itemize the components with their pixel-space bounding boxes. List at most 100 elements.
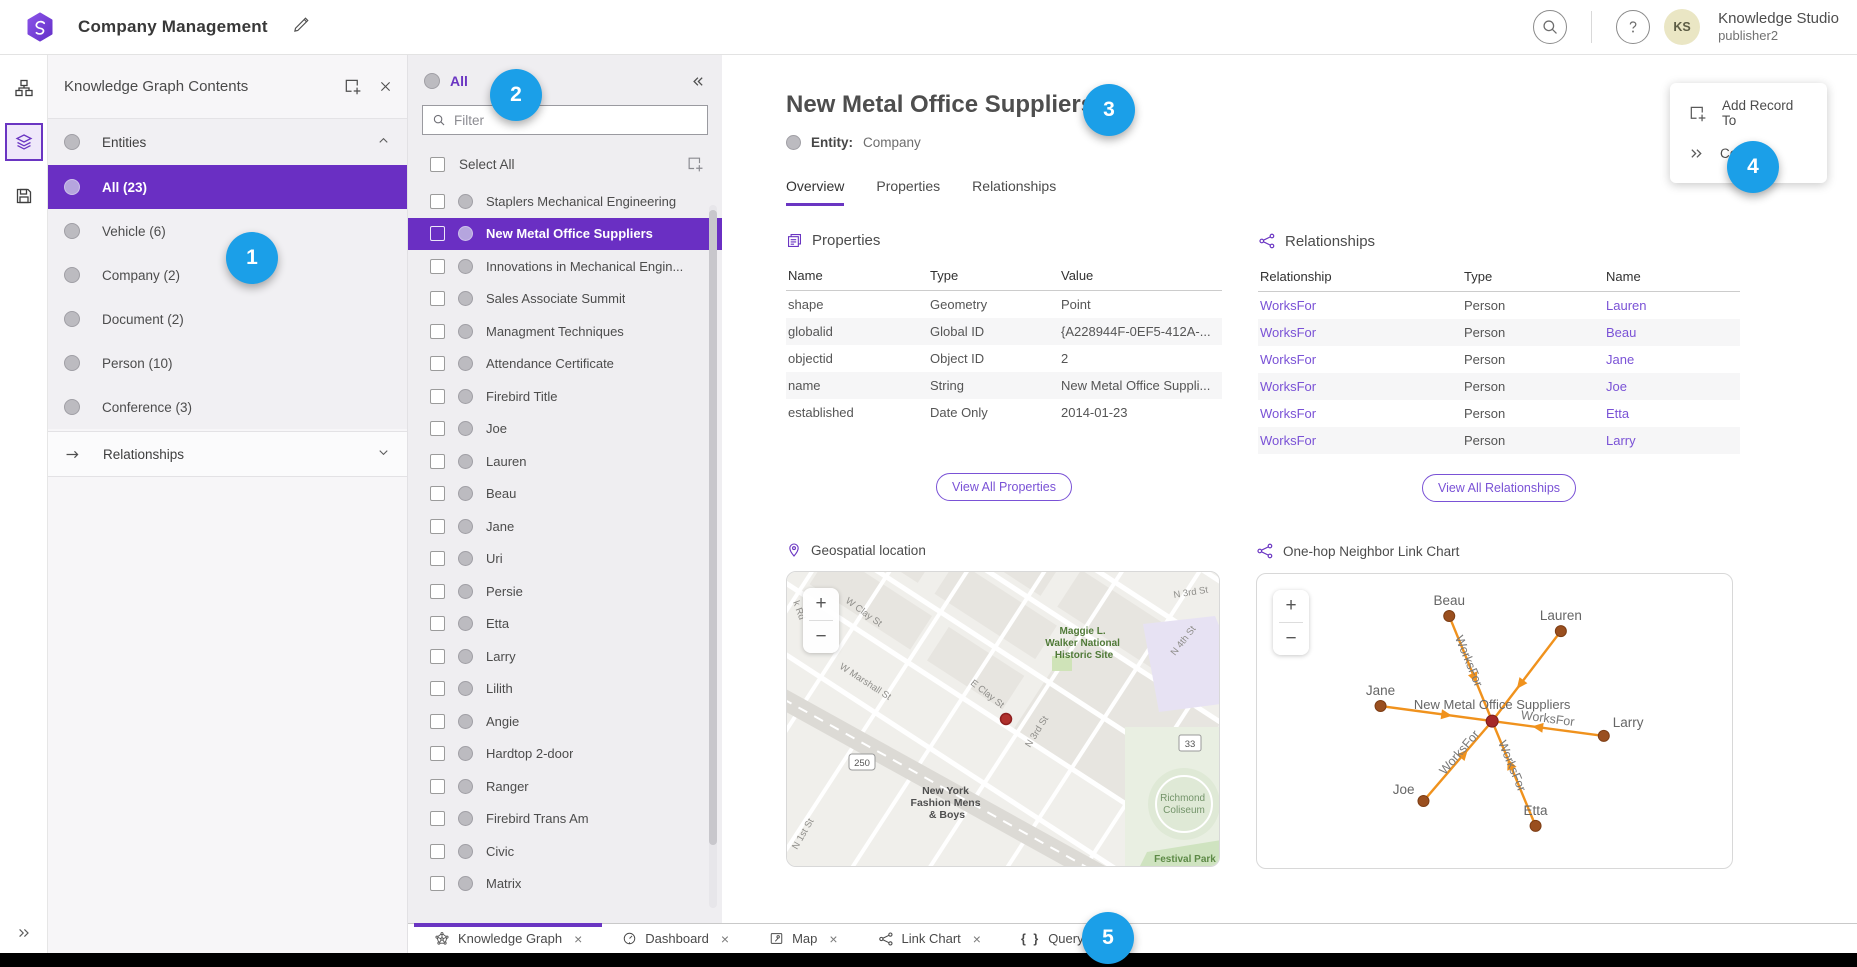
graph-node[interactable]	[1418, 796, 1429, 807]
graph-node[interactable]	[1555, 626, 1566, 637]
center-node[interactable]	[1486, 715, 1498, 727]
user-block[interactable]: Knowledge Studio publisher2	[1718, 10, 1839, 45]
collapse-panel-icon[interactable]	[689, 73, 706, 90]
item-checkbox[interactable]	[430, 876, 445, 891]
item-checkbox[interactable]	[430, 519, 445, 534]
save-button[interactable]	[5, 177, 43, 215]
add-record-icon[interactable]	[343, 77, 362, 96]
tab-properties[interactable]: Properties	[876, 178, 940, 206]
record-link[interactable]: WorksFor	[1258, 346, 1462, 373]
list-item[interactable]: Lauren	[408, 445, 722, 478]
view-tab-map[interactable]: Map×	[749, 924, 857, 953]
entity-type-row[interactable]: All (23)	[48, 165, 407, 209]
avatar[interactable]: KS	[1664, 9, 1700, 45]
list-item[interactable]: Lilith	[408, 673, 722, 706]
record-link[interactable]: Etta	[1604, 400, 1740, 427]
table-row[interactable]: WorksForPersonBeau	[1258, 319, 1740, 346]
list-item[interactable]: New Metal Office Suppliers	[408, 218, 722, 251]
table-row[interactable]: WorksForPersonEtta	[1258, 400, 1740, 427]
edit-title-icon[interactable]	[292, 16, 310, 39]
list-item[interactable]: Staplers Mechanical Engineering	[408, 185, 722, 218]
record-link[interactable]: Larry	[1604, 427, 1740, 454]
list-item[interactable]: Jane	[408, 510, 722, 543]
graph-node[interactable]	[1444, 611, 1455, 622]
tab-relationships[interactable]: Relationships	[972, 178, 1056, 206]
list-item[interactable]: Larry	[408, 640, 722, 673]
close-panel-icon[interactable]	[378, 79, 393, 94]
table-row[interactable]: WorksForPersonLarry	[1258, 427, 1740, 454]
table-row[interactable]: objectidObject ID2	[786, 345, 1222, 372]
table-row[interactable]: WorksForPersonJane	[1258, 346, 1740, 373]
graph-node[interactable]	[1598, 730, 1609, 741]
item-checkbox[interactable]	[430, 324, 445, 339]
item-checkbox[interactable]	[430, 194, 445, 209]
record-link[interactable]: WorksFor	[1258, 400, 1462, 427]
record-link[interactable]: Joe	[1604, 373, 1740, 400]
link-chart-card[interactable]: + − WorksForBeauLaurenJaneWorksForLarryW…	[1256, 573, 1733, 869]
select-all-checkbox[interactable]	[430, 157, 445, 172]
close-tab-icon[interactable]: ×	[574, 931, 582, 947]
entity-type-row[interactable]: Document (2)	[48, 297, 407, 341]
item-checkbox[interactable]	[430, 649, 445, 664]
item-checkbox[interactable]	[430, 811, 445, 826]
scrollbar-track[interactable]	[709, 205, 717, 908]
list-item[interactable]: Hardtop 2-door	[408, 738, 722, 771]
help-button[interactable]	[1616, 10, 1650, 44]
list-item[interactable]: Firebird Trans Am	[408, 803, 722, 836]
item-checkbox[interactable]	[430, 259, 445, 274]
list-item[interactable]: Innovations in Mechanical Engin...	[408, 250, 722, 283]
item-checkbox[interactable]	[430, 486, 445, 501]
item-checkbox[interactable]	[430, 584, 445, 599]
list-item[interactable]: Beau	[408, 478, 722, 511]
data-model-button[interactable]	[5, 69, 43, 107]
record-link[interactable]: WorksFor	[1258, 292, 1462, 320]
view-all-properties-button[interactable]: View All Properties	[936, 473, 1072, 501]
scrollbar-thumb[interactable]	[709, 210, 717, 845]
item-checkbox[interactable]	[430, 714, 445, 729]
chevron-up-icon[interactable]	[376, 133, 391, 151]
item-checkbox[interactable]	[430, 291, 445, 306]
list-item[interactable]: Joe	[408, 413, 722, 446]
zoom-in-button[interactable]: +	[803, 588, 839, 620]
list-item[interactable]: Etta	[408, 608, 722, 641]
record-link[interactable]: WorksFor	[1258, 373, 1462, 400]
item-checkbox[interactable]	[430, 421, 445, 436]
item-checkbox[interactable]	[430, 226, 445, 241]
list-item[interactable]: Ranger	[408, 770, 722, 803]
contents-layers-button[interactable]	[5, 123, 43, 161]
chevron-down-icon[interactable]	[376, 445, 391, 463]
search-button[interactable]	[1533, 10, 1567, 44]
list-item[interactable]: Firebird Title	[408, 380, 722, 413]
record-link[interactable]: WorksFor	[1258, 319, 1462, 346]
table-row[interactable]: globalidGlobal ID{A228944F-0EF5-412A-...	[786, 318, 1222, 345]
list-item[interactable]: Sales Associate Summit	[408, 283, 722, 316]
table-row[interactable]: WorksForPersonLauren	[1258, 292, 1740, 320]
list-item[interactable]: Angie	[408, 705, 722, 738]
view-all-relationships-button[interactable]: View All Relationships	[1422, 474, 1576, 502]
list-item[interactable]: Managment Techniques	[408, 315, 722, 348]
item-checkbox[interactable]	[430, 616, 445, 631]
item-checkbox[interactable]	[430, 551, 445, 566]
table-row[interactable]: shapeGeometryPoint	[786, 291, 1222, 319]
close-tab-icon[interactable]: ×	[973, 931, 981, 947]
tab-overview[interactable]: Overview	[786, 178, 844, 206]
record-link[interactable]: Beau	[1604, 319, 1740, 346]
item-checkbox[interactable]	[430, 844, 445, 859]
close-tab-icon[interactable]: ×	[829, 931, 837, 947]
list-item[interactable]: Civic	[408, 835, 722, 868]
entity-type-row[interactable]: Person (10)	[48, 341, 407, 385]
list-item[interactable]: Persie	[408, 575, 722, 608]
item-checkbox[interactable]	[430, 454, 445, 469]
map-card[interactable]: + −	[786, 571, 1220, 867]
zoom-out-button[interactable]: −	[1273, 623, 1309, 655]
entity-type-row[interactable]: Conference (3)	[48, 385, 407, 429]
menu-item-add-record-to[interactable]: Add Record To	[1670, 93, 1827, 133]
list-item[interactable]: Attendance Certificate	[408, 348, 722, 381]
add-record-icon[interactable]	[686, 155, 704, 173]
item-checkbox[interactable]	[430, 356, 445, 371]
view-tab-dashboard[interactable]: Dashboard×	[602, 924, 749, 953]
list-item[interactable]: Uri	[408, 543, 722, 576]
table-row[interactable]: WorksForPersonJoe	[1258, 373, 1740, 400]
view-tab-knowledge-graph[interactable]: Knowledge Graph×	[414, 924, 602, 953]
entities-section-header[interactable]: Entities	[48, 119, 407, 165]
